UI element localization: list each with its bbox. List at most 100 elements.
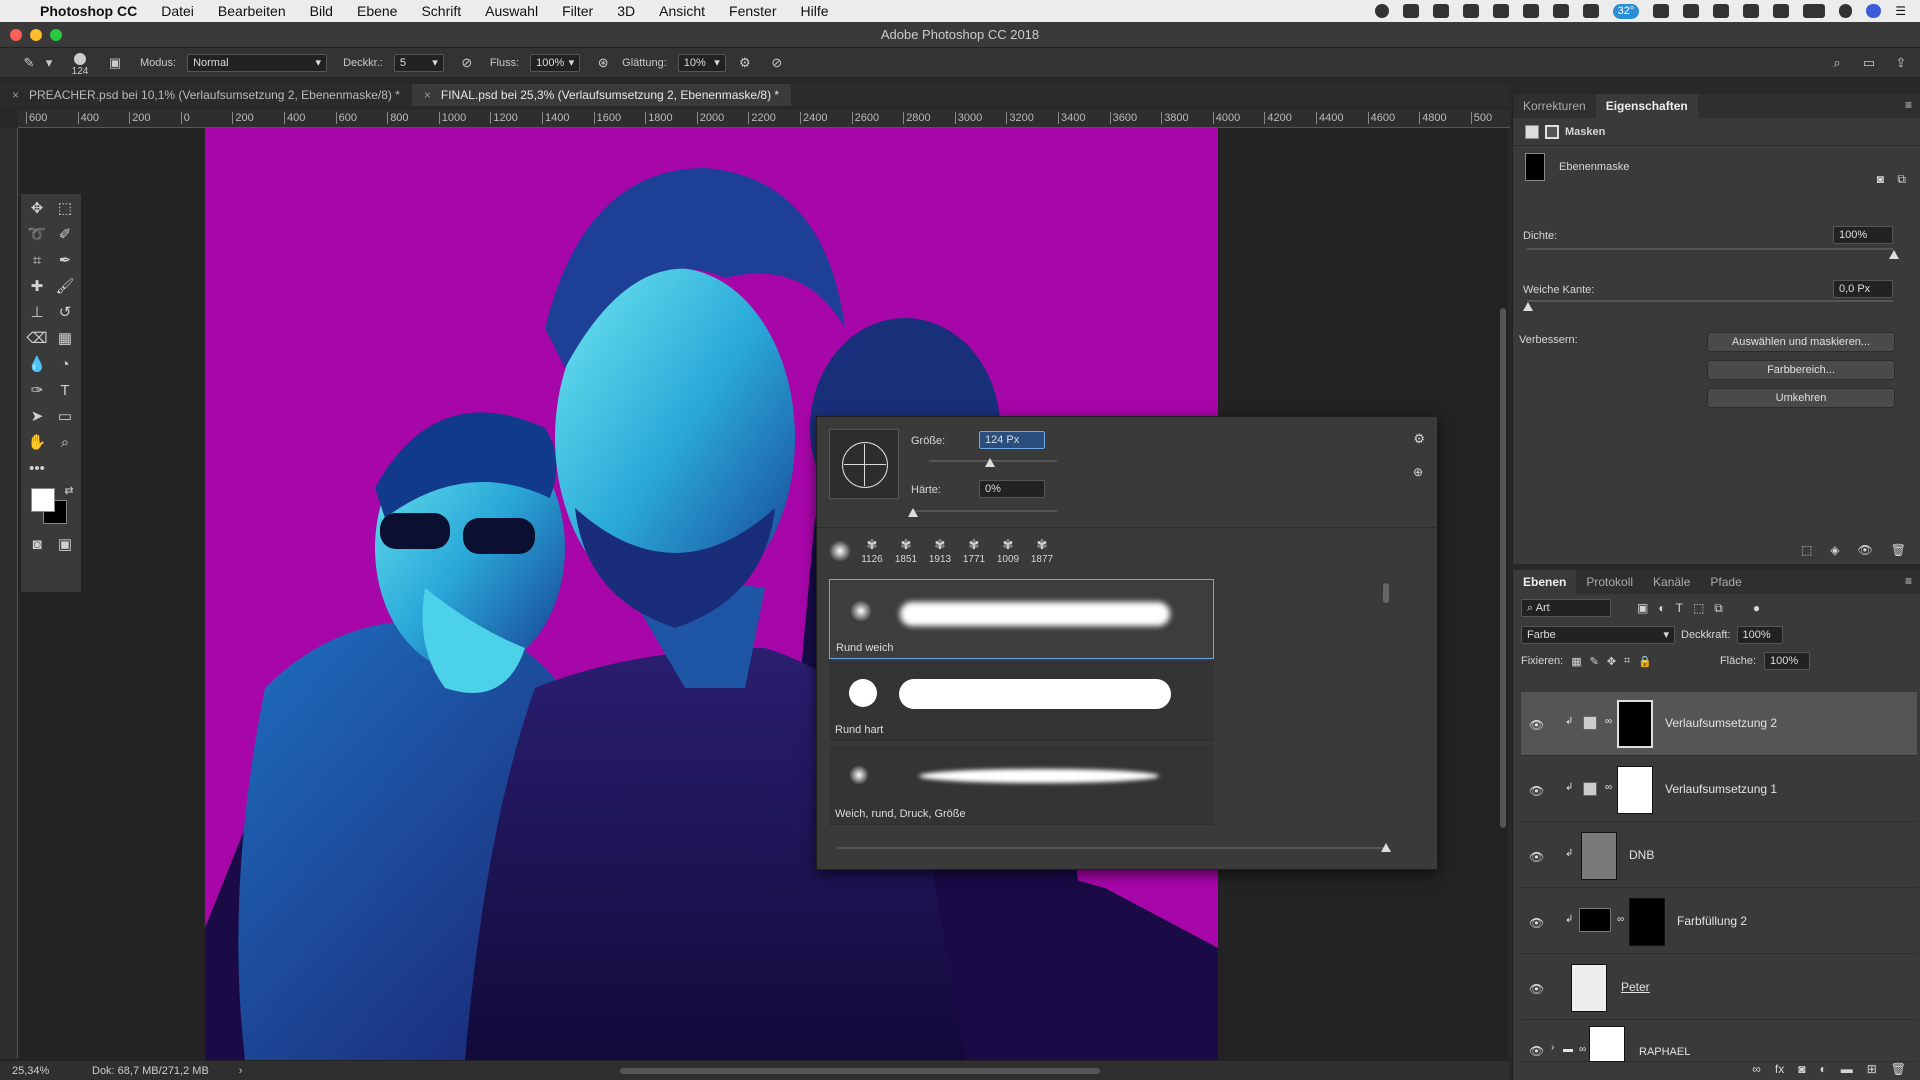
filter-smart-icon[interactable]: ⧉ <box>1714 601 1723 616</box>
hardness-slider-thumb[interactable] <box>908 508 918 517</box>
layer-dnb[interactable]: 👁 ↲ DNB <box>1521 824 1917 888</box>
menu-datei[interactable]: Datei <box>161 3 194 19</box>
display-icon[interactable] <box>1402 4 1419 18</box>
recent-brush[interactable]: ✾ 1913 <box>927 537 953 565</box>
blur-tool-icon[interactable]: 💧 <box>25 354 49 376</box>
panel-menu-icon[interactable]: ≡ <box>1905 574 1912 588</box>
close-tab-icon[interactable]: × <box>12 88 19 102</box>
layer-filter-select[interactable]: ⌕ Art <box>1521 599 1611 617</box>
clone-stamp-tool-icon[interactable]: ⊥ <box>25 302 49 324</box>
lock-all-icon[interactable]: 🔒 <box>1638 655 1652 668</box>
visibility-eye-icon[interactable]: 👁 <box>1529 784 1544 798</box>
delete-icon[interactable]: 🗑 <box>1891 543 1906 557</box>
lock-position-icon[interactable]: ✥ <box>1607 655 1616 668</box>
menu-filter[interactable]: Filter <box>562 3 593 19</box>
quick-mask-icon[interactable]: ◙ <box>25 534 49 556</box>
tab-eigenschaften[interactable]: Eigenschaften <box>1595 94 1698 118</box>
path-selection-tool-icon[interactable]: ➤ <box>25 406 49 428</box>
bluetooth-icon[interactable] <box>1713 4 1730 18</box>
presets-scrollbar[interactable] <box>1383 583 1389 603</box>
spotlight-icon[interactable] <box>1839 4 1853 18</box>
screen-mode-icon[interactable]: ▣ <box>53 534 77 556</box>
chevron-right-icon[interactable]: › <box>1551 1042 1554 1053</box>
wifi-icon[interactable] <box>1743 4 1760 18</box>
density-slider[interactable] <box>1527 248 1899 259</box>
crop-tool-icon[interactable]: ⌗ <box>25 250 49 272</box>
brush-angle-preview[interactable] <box>829 429 899 499</box>
gear-icon[interactable]: ⚙ <box>736 54 754 72</box>
brush-settings-panel-icon[interactable]: ▣ <box>106 54 124 72</box>
size-slider-thumb[interactable] <box>985 458 996 467</box>
smart-object-thumbnail[interactable] <box>1571 964 1607 1012</box>
recent-brush[interactable]: ✾ 1877 <box>1029 537 1055 565</box>
vertical-scrollbar[interactable] <box>1500 308 1506 828</box>
density-thumb[interactable] <box>1889 250 1899 259</box>
close-tab-icon[interactable]: × <box>424 88 431 102</box>
color-range-button[interactable]: Farbbereich... <box>1707 360 1895 380</box>
filter-type-icon[interactable]: T <box>1676 601 1683 615</box>
link-layers-icon[interactable]: ∞ <box>1752 1062 1761 1076</box>
marquee-tool-icon[interactable]: ⬚ <box>53 198 77 220</box>
pixel-mask-icon[interactable] <box>1525 124 1539 139</box>
layer-verlaufsumsetzung-2[interactable]: 👁 ↲ ∞ Verlaufsumsetzung 2 <box>1521 692 1917 756</box>
layer-opacity-field[interactable]: 100% <box>1736 626 1783 644</box>
horizontal-scrollbar[interactable] <box>620 1068 1100 1074</box>
bird-icon[interactable] <box>1552 4 1569 18</box>
visibility-eye-icon[interactable]: 👁 <box>1529 718 1544 732</box>
filter-pixel-icon[interactable]: ▣ <box>1637 601 1648 615</box>
preset-weich-rund-druck[interactable]: Weich, rund, Druck, Größe <box>829 745 1214 825</box>
airbrush-icon[interactable]: ⊛ <box>594 54 612 72</box>
select-and-mask-button[interactable]: Auswählen und maskieren... <box>1707 332 1895 352</box>
swap-colors-icon[interactable]: ⇄ <box>57 480 81 502</box>
feather-input[interactable]: 0,0 Px <box>1833 280 1893 298</box>
zoom-window-icon[interactable] <box>50 29 62 41</box>
add-mask-icon[interactable]: ◙ <box>1798 1062 1805 1076</box>
delete-layer-icon[interactable]: 🗑 <box>1891 1062 1906 1076</box>
layer-mask-thumbnail[interactable] <box>1629 898 1665 946</box>
menu-bearbeiten[interactable]: Bearbeiten <box>218 3 286 19</box>
eyedropper-tool-icon[interactable]: ✒ <box>53 250 77 272</box>
share-icon[interactable]: ⇪ <box>1892 54 1910 72</box>
visibility-eye-icon[interactable]: 👁 <box>1529 850 1544 864</box>
move-tool-icon[interactable]: ✥ <box>25 198 49 220</box>
creative-cloud-icon[interactable] <box>1492 4 1509 18</box>
hardness-input[interactable]: 0% <box>979 480 1045 498</box>
lock-artboard-icon[interactable]: ⌗ <box>1624 655 1630 668</box>
load-selection-icon[interactable]: ⬚ <box>1801 543 1812 557</box>
preview-size-slider[interactable] <box>837 843 1391 852</box>
lock-transparency-icon[interactable]: ▦ <box>1571 655 1581 668</box>
notification-center-icon[interactable]: ☰ <box>1895 4 1906 18</box>
siri-icon[interactable] <box>1866 4 1882 18</box>
eraser-tool-icon[interactable]: ⌫ <box>25 328 49 350</box>
preset-rund-weich[interactable]: Rund weich <box>829 579 1214 659</box>
tab-protokoll[interactable]: Protokoll <box>1576 570 1643 594</box>
more-tools-icon[interactable]: ••• <box>25 458 49 480</box>
layer-farbfuellung-2[interactable]: 👁 ↲ ∞ Farbfüllung 2 <box>1521 890 1917 954</box>
tab-preacher[interactable]: × PREACHER.psd bei 10,1% (Verlaufsumsetzu… <box>0 84 412 106</box>
feather-slider[interactable] <box>1523 300 1893 311</box>
menu-3d[interactable]: 3D <box>617 3 635 19</box>
invert-button[interactable]: Umkehren <box>1707 388 1895 408</box>
menu-app[interactable]: Photoshop CC <box>40 3 137 19</box>
density-input[interactable]: 100% <box>1833 226 1893 244</box>
close-window-icon[interactable] <box>10 29 22 41</box>
hand-tool-icon[interactable]: ✋ <box>25 432 49 454</box>
calendar-icon[interactable] <box>1582 4 1599 18</box>
record-icon[interactable] <box>1374 4 1389 18</box>
history-brush-tool-icon[interactable]: ↺ <box>53 302 77 324</box>
recent-brush[interactable]: ✾ 1009 <box>995 537 1021 565</box>
brush-preset-picker[interactable]: 124 <box>60 53 100 77</box>
feather-thumb[interactable] <box>1523 302 1533 311</box>
visibility-icon[interactable]: 👁 <box>1858 543 1873 557</box>
visibility-eye-icon[interactable]: 👁 <box>1529 916 1544 930</box>
filter-toggle-icon[interactable]: ● <box>1753 601 1760 615</box>
smoothing-field[interactable]: 10% ▾ <box>677 54 726 72</box>
layer-group-raphael[interactable]: 👁 › ▬ ∞ RAPHAEL <box>1521 1022 1917 1062</box>
vector-mask-icon[interactable] <box>1545 124 1559 139</box>
zoom-readout[interactable]: 25,34% <box>12 1065 72 1077</box>
layer-thumbnail[interactable] <box>1581 832 1617 880</box>
battery-icon[interactable] <box>1803 4 1826 18</box>
group-mask-thumbnail[interactable] <box>1589 1026 1625 1062</box>
layer-mask-thumbnail[interactable] <box>1617 766 1653 814</box>
dodge-tool-icon[interactable]: ◔ <box>53 354 77 376</box>
